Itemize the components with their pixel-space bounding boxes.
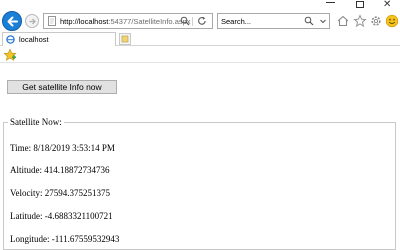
tab-localhost[interactable]: localhost [2,32,116,46]
altitude-line: Altitude: 414.18872734736 [10,165,110,175]
fieldset-legend: Satellite Now: [10,117,62,127]
page-icon [48,16,56,26]
window-caption-bar: ✕ [0,0,400,10]
address-url: http://localhost:54377/SatelliteInfo.asp… [60,16,191,27]
chevron-down-icon[interactable] [318,16,328,26]
page-content: Get satellite Info now Satellite Now: Ti… [0,64,400,250]
favorites-star-icon[interactable] [353,14,367,28]
satellite-fieldset: Satellite Now: Time: 8/18/2019 3:53:14 P… [3,117,396,250]
maximize-button[interactable] [356,1,364,8]
address-host: http://localhost [60,17,109,26]
favorites-bar [0,47,400,63]
search-icon[interactable] [304,16,314,26]
new-tab-button[interactable] [119,33,131,45]
close-button[interactable]: ✕ [383,0,391,10]
settings-gear-icon[interactable] [369,14,383,28]
search-input[interactable]: Search... [221,16,251,27]
forward-icon [29,18,36,25]
get-satellite-info-button[interactable]: Get satellite Info now [7,80,117,94]
time-line: Time: 8/18/2019 3:53:14 PM [10,143,115,153]
tab-strip: localhost [0,32,400,46]
longitude-line: Longitude: -111.67559532943 [10,234,120,244]
velocity-line: Velocity: 27594.375251375 [10,188,110,198]
tab-title: localhost [19,35,49,44]
smiley-icon[interactable] [385,14,399,28]
search-icon[interactable] [180,16,190,26]
address-port: :54377 [108,17,132,26]
back-icon [7,16,18,27]
new-tab-icon [121,35,129,43]
home-icon[interactable] [336,14,350,28]
address-bar[interactable]: http://localhost:54377/SatelliteInfo.asp… [43,13,213,29]
address-divider [192,17,193,26]
navigation-bar: http://localhost:54377/SatelliteInfo.asp… [0,10,400,32]
forward-button[interactable] [25,14,39,28]
ie-page-icon [6,35,15,44]
minimize-button[interactable] [326,2,335,3]
refresh-icon[interactable] [197,16,207,26]
search-box[interactable]: Search... [217,13,330,29]
back-button[interactable] [2,11,22,31]
latitude-line: Latitude: -4.6883321100721 [10,211,113,221]
add-favorite-star-icon[interactable] [3,48,17,62]
